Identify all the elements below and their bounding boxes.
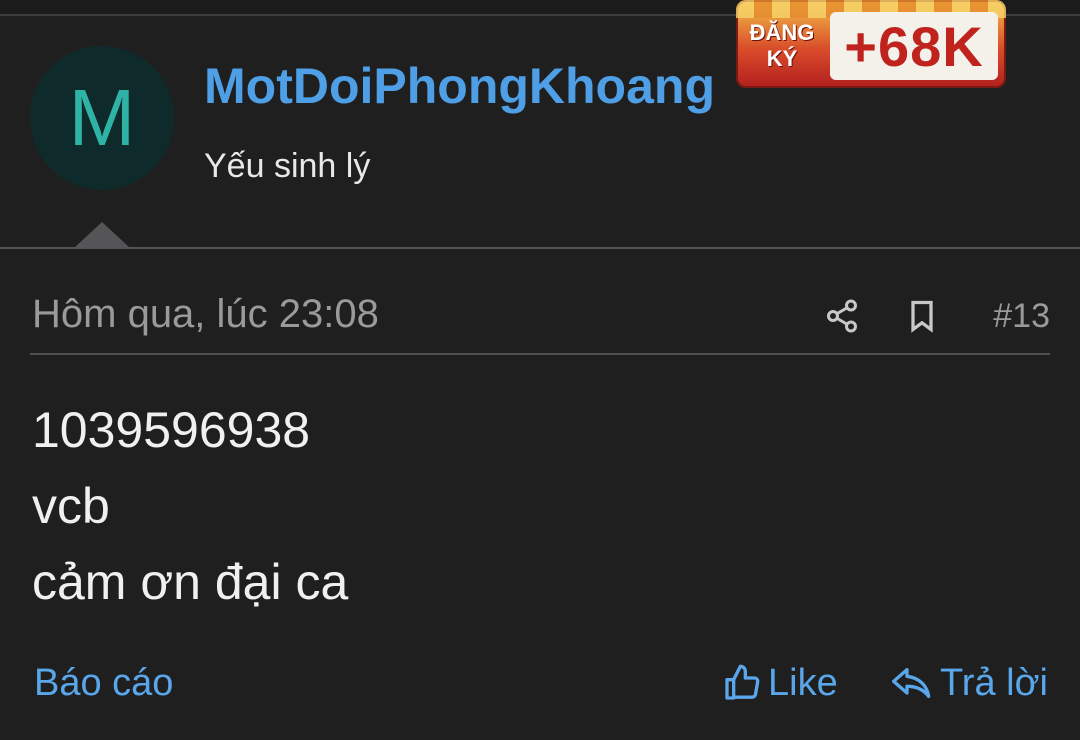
page: M MotDoiPhongKhoang Yếu sinh lý ĐĂNG KÝ … xyxy=(0,0,1080,740)
message-pointer-arrow xyxy=(74,222,130,248)
post-timestamp[interactable]: Hôm qua, lúc 23:08 xyxy=(32,290,379,338)
avatar-letter: M xyxy=(68,73,136,162)
reply-button[interactable]: Trả lời xyxy=(890,660,1048,706)
header-divider xyxy=(0,247,1080,249)
user-title: Yếu sinh lý xyxy=(204,147,371,185)
promo-label: ĐĂNG KÝ xyxy=(749,20,815,71)
report-label: Báo cáo xyxy=(34,662,174,704)
report-link[interactable]: Báo cáo xyxy=(34,660,173,706)
reply-icon xyxy=(892,668,931,698)
post-body: 1039596938 vcb cảm ơn đại ca xyxy=(32,392,1042,620)
post-actions: Báo cáo Like Trả lời xyxy=(0,650,1080,714)
post-line: 1039596938 xyxy=(32,402,311,458)
bookmark-icon[interactable] xyxy=(904,298,940,334)
share-icon[interactable] xyxy=(824,298,860,334)
post-meta: Hôm qua, lúc 23:08 #13 xyxy=(30,286,1050,342)
promo-banner[interactable]: ĐĂNG KÝ +68K xyxy=(736,0,1006,88)
avatar[interactable]: M xyxy=(30,46,174,190)
post-line: cảm ơn đại ca xyxy=(32,554,349,610)
post-line: vcb xyxy=(32,478,110,534)
username-link[interactable]: MotDoiPhongKhoang xyxy=(204,56,715,116)
post-number[interactable]: #13 xyxy=(993,296,1050,336)
reply-label: Trả lời xyxy=(940,662,1048,704)
thumbs-up-icon xyxy=(725,664,760,700)
like-button[interactable]: Like xyxy=(722,660,838,706)
like-label: Like xyxy=(768,662,838,704)
meta-divider xyxy=(30,353,1050,355)
promo-amount: +68K xyxy=(830,12,998,80)
